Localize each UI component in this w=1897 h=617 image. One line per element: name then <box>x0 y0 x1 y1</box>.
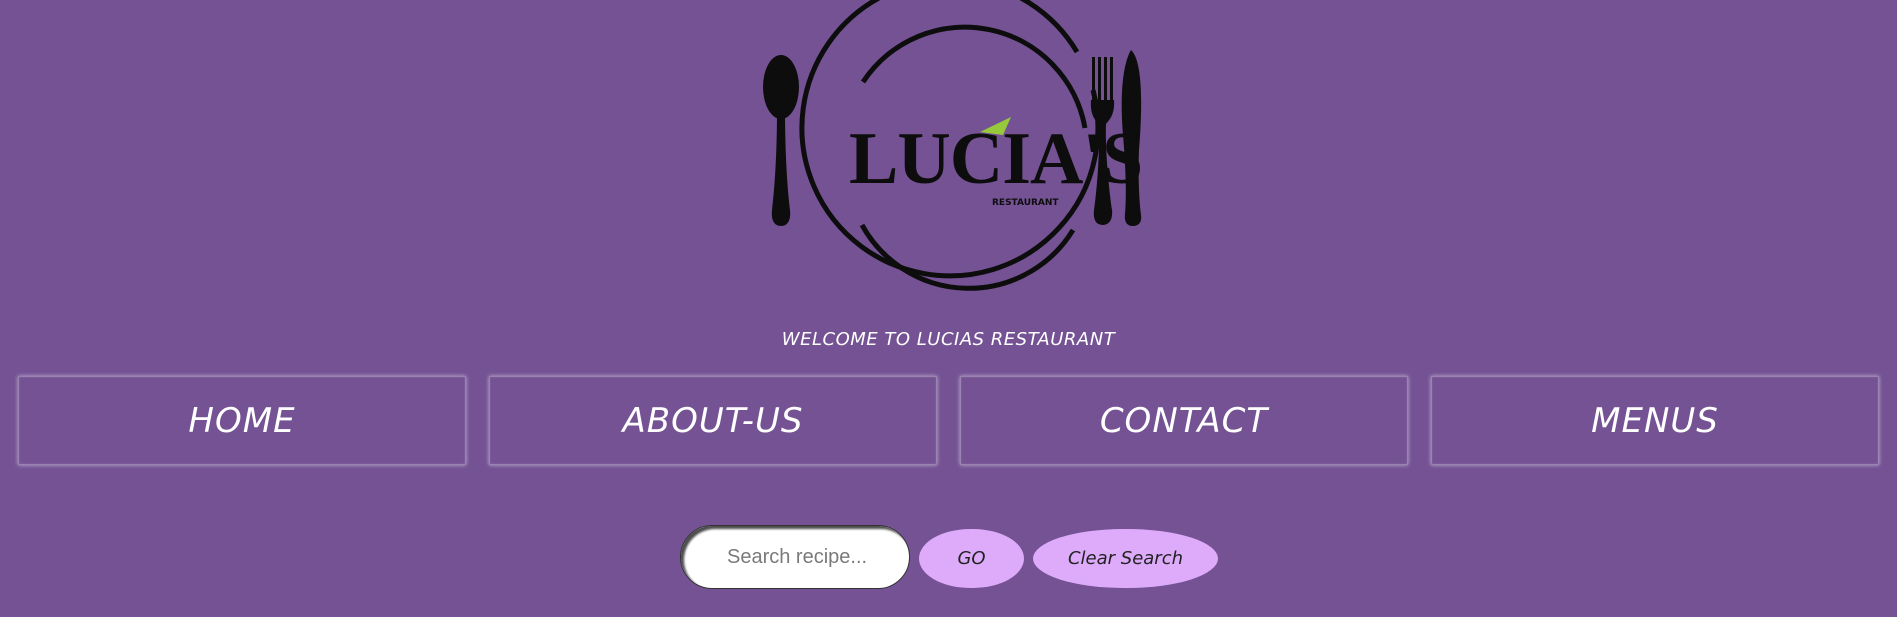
logo-graphic: LUCIA'S RESTAURANT <box>763 0 1143 291</box>
welcome-heading: WELCOME TO LUCIAS RESTAURANT <box>781 329 1116 350</box>
clear-search-button[interactable]: Clear Search <box>1033 529 1218 588</box>
nav-about-us[interactable]: ABOUT-US <box>489 376 937 465</box>
go-button[interactable]: GO <box>919 529 1024 588</box>
main-navigation: HOME ABOUT-US CONTACT MENUS <box>18 376 1880 466</box>
plate-inner-ring-top <box>860 24 1088 129</box>
restaurant-logo: LUCIA'S RESTAURANT <box>755 0 1145 310</box>
plate-inner-ring-bottom <box>859 223 1076 291</box>
spoon-icon <box>763 55 799 226</box>
page: LUCIA'S RESTAURANT WELCOME TO LUCIAS RES… <box>0 0 1897 617</box>
search-bar: GO Clear Search <box>680 525 1220 591</box>
nav-contact[interactable]: CONTACT <box>960 376 1408 465</box>
logo-brand-text: LUCIA'S <box>849 118 1142 200</box>
search-input[interactable] <box>680 525 910 589</box>
nav-menus[interactable]: MENUS <box>1431 376 1879 465</box>
nav-home[interactable]: HOME <box>18 376 466 465</box>
logo-sub-text: RESTAURANT <box>992 198 1059 208</box>
